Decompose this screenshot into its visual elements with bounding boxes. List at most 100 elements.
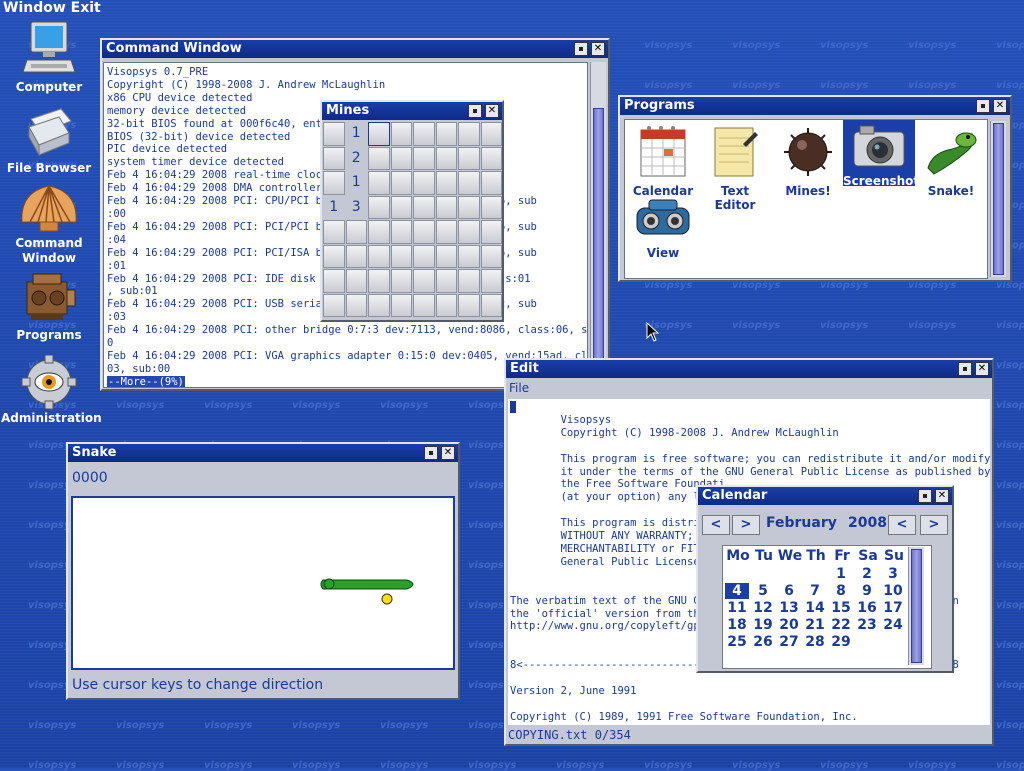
calendar-day[interactable]: 3 <box>881 566 905 582</box>
mine-cell-hidden[interactable] <box>345 269 367 293</box>
calendar-day[interactable]: 2 <box>855 566 879 582</box>
mine-cell-hidden[interactable] <box>345 244 367 268</box>
calendar-day[interactable]: 16 <box>855 600 879 616</box>
mine-cell-hidden[interactable] <box>323 146 345 170</box>
mine-cell-hidden[interactable] <box>435 293 457 317</box>
program-screenshot[interactable]: Screenshot <box>843 120 919 188</box>
edit-titlebar[interactable]: Edit ✕ <box>506 360 992 378</box>
mine-cell-hidden[interactable] <box>458 171 480 195</box>
calendar-day[interactable]: 14 <box>803 600 827 616</box>
calendar-day[interactable]: 7 <box>803 583 827 599</box>
mine-cell-hidden[interactable] <box>413 146 435 170</box>
mine-cell-hidden[interactable] <box>435 171 457 195</box>
mine-cell-hidden[interactable] <box>345 293 367 317</box>
mine-cell-hidden[interactable] <box>480 122 502 146</box>
calendar-day[interactable]: 11 <box>725 600 749 616</box>
close-button[interactable]: ✕ <box>485 104 499 118</box>
close-button[interactable]: ✕ <box>993 99 1007 113</box>
mine-cell-hidden[interactable] <box>435 122 457 146</box>
snake-window[interactable]: Snake ✕ 0000 Use cursor keys to change d… <box>66 442 460 700</box>
calendar-day[interactable]: 1 <box>829 566 853 582</box>
minimize-button[interactable] <box>424 446 438 460</box>
program-mines[interactable]: Mines! <box>775 124 841 198</box>
mine-cell-hidden[interactable] <box>458 146 480 170</box>
mine-cell-hidden[interactable] <box>413 269 435 293</box>
mine-cell-hidden[interactable] <box>413 293 435 317</box>
calendar-titlebar[interactable]: Calendar ✕ <box>698 487 952 505</box>
mine-cell-hidden[interactable] <box>413 171 435 195</box>
mine-cell-hidden[interactable] <box>458 269 480 293</box>
close-button[interactable]: ✕ <box>591 42 605 56</box>
mine-cell-hidden[interactable] <box>390 244 412 268</box>
mine-cell-hidden[interactable] <box>480 195 502 219</box>
calendar-day[interactable]: 22 <box>829 617 853 633</box>
mine-cell-hidden[interactable] <box>390 146 412 170</box>
mine-cell-hidden[interactable] <box>323 244 345 268</box>
desktop-icon-file-browser[interactable]: File Browser <box>1 103 97 175</box>
mine-cell-hidden[interactable] <box>480 146 502 170</box>
mine-cell-hidden[interactable] <box>413 195 435 219</box>
mine-cell-hidden[interactable] <box>323 220 345 244</box>
mine-cell-hidden[interactable] <box>458 220 480 244</box>
next-month-button[interactable]: > <box>732 515 760 535</box>
minimize-button[interactable] <box>958 362 972 376</box>
desktop-icon-administration[interactable]: Administration <box>1 355 102 425</box>
mine-cell-hidden[interactable] <box>458 293 480 317</box>
calendar-day[interactable]: 10 <box>881 583 905 599</box>
calendar-day[interactable]: 25 <box>725 634 749 650</box>
scrollbar-thumb[interactable] <box>911 549 922 663</box>
mine-cell-hidden[interactable] <box>480 293 502 317</box>
command-window-titlebar[interactable]: Command Window ✕ <box>102 40 608 58</box>
mine-cell-hidden[interactable] <box>435 220 457 244</box>
mine-cell-hidden[interactable] <box>480 220 502 244</box>
calendar-day[interactable]: 24 <box>881 617 905 633</box>
mine-cell-hidden[interactable] <box>390 220 412 244</box>
calendar-day[interactable]: 5 <box>751 583 775 599</box>
next-year-button[interactable]: > <box>920 515 948 535</box>
program-calendar[interactable]: Calendar <box>629 124 697 198</box>
calendar-day[interactable]: 23 <box>855 617 879 633</box>
scrollbar-thumb[interactable] <box>993 123 1004 275</box>
mine-cell-hidden[interactable] <box>435 244 457 268</box>
program-snake[interactable]: Snake! <box>919 124 983 198</box>
close-button[interactable]: ✕ <box>975 362 989 376</box>
snake-playfield[interactable] <box>71 496 455 670</box>
mine-cell-hidden[interactable] <box>480 244 502 268</box>
prev-year-button[interactable]: < <box>888 515 916 535</box>
mine-cell-hidden[interactable] <box>480 269 502 293</box>
mine-cell-hidden[interactable] <box>390 293 412 317</box>
mine-cell-hidden[interactable] <box>390 195 412 219</box>
calendar-scrollbar[interactable] <box>908 547 924 665</box>
desktop-icon-programs[interactable]: Programs <box>1 270 97 342</box>
mines-titlebar[interactable]: Mines ✕ <box>322 102 502 120</box>
mine-cell-number[interactable]: 2 <box>345 146 367 170</box>
program-view[interactable]: View <box>629 196 697 260</box>
mine-cell-hidden[interactable] <box>458 122 480 146</box>
window-exit-label[interactable]: Window Exit <box>3 0 101 16</box>
calendar-day[interactable]: 18 <box>725 617 749 633</box>
mine-cell-hidden[interactable] <box>435 146 457 170</box>
snake-titlebar[interactable]: Snake ✕ <box>68 444 458 462</box>
mine-cell-hidden[interactable] <box>413 122 435 146</box>
programs-scrollbar[interactable] <box>990 121 1006 277</box>
mine-cell-number[interactable]: 3 <box>345 195 367 219</box>
mine-cell-hidden[interactable] <box>368 269 390 293</box>
calendar-day[interactable]: 21 <box>803 617 827 633</box>
mine-cell-hidden[interactable] <box>390 122 412 146</box>
close-button[interactable]: ✕ <box>935 489 949 503</box>
mine-cell-number[interactable]: 1 <box>323 195 345 219</box>
minimize-button[interactable] <box>918 489 932 503</box>
command-scrollbar[interactable] <box>590 62 606 388</box>
calendar-day[interactable]: 15 <box>829 600 853 616</box>
scrollbar-thumb[interactable] <box>593 108 604 384</box>
mine-cell-hidden[interactable] <box>323 171 345 195</box>
mine-cell-hidden[interactable] <box>368 146 390 170</box>
mine-cell-hidden[interactable] <box>323 269 345 293</box>
programs-icon-area[interactable]: Calendar Text Editor Mines! Screenshot S… <box>624 119 988 279</box>
calendar-day[interactable]: 12 <box>751 600 775 616</box>
desktop-icon-computer[interactable]: Computer <box>1 20 97 94</box>
minimize-button[interactable] <box>574 42 588 56</box>
programs-titlebar[interactable]: Programs ✕ <box>620 97 1010 115</box>
close-button[interactable]: ✕ <box>441 446 455 460</box>
program-text-editor[interactable]: Text Editor <box>699 124 771 212</box>
